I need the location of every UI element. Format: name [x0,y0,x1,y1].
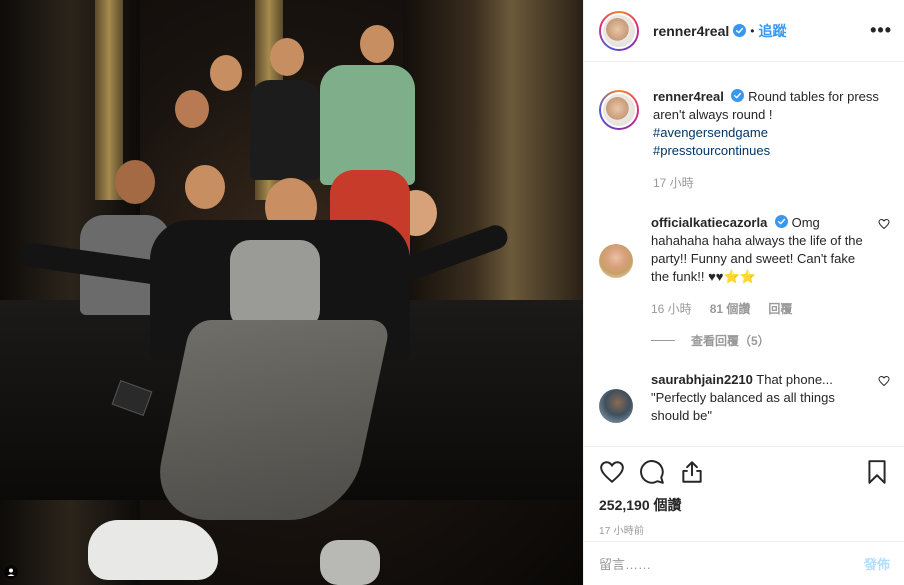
verified-badge-icon [733,24,747,37]
follow-button[interactable]: 追蹤 [758,21,786,41]
heart-icon[interactable] [878,218,890,230]
commenter-avatar[interactable] [599,389,633,423]
comment-item: saurabhjain2210 That phone... "Perfectly… [599,371,890,425]
photo-person [175,90,209,128]
add-comment-bar: 留言…… 發佈 [584,541,904,585]
commenter-avatar[interactable] [599,244,633,278]
replies-divider [651,340,675,341]
photo-main-person-shirt [230,240,320,330]
view-replies[interactable]: 查看回覆（5） [651,332,890,349]
photo-person [210,55,242,91]
post-photo[interactable] [0,0,583,585]
hashtag-link[interactable]: #avengersendgame [653,124,890,142]
caption: renner4real Round tables for press aren'… [599,88,890,192]
post-sidebar: renner4real • 追蹤 ••• renner4real Round t… [583,0,904,585]
comment-body: officialkatiecazorla Omg hahahaha haha a… [651,214,869,318]
post-timestamp[interactable]: 17 小時前 [599,522,890,537]
share-icon[interactable] [679,459,705,485]
comment-time[interactable]: 16 小時 [651,300,692,318]
comment-input[interactable]: 留言…… [599,554,651,573]
photo-person [115,160,155,204]
separator-dot: • [750,23,755,38]
verified-badge-icon [774,215,788,228]
post-actions: 252,190 個讚 17 小時前 [584,446,904,537]
caption-author-avatar[interactable] [599,90,639,130]
post-comment-button[interactable]: 發佈 [864,554,890,573]
user-tag-icon[interactable] [4,565,18,579]
comment-meta: 16 小時 81 個讚 回覆 [651,300,869,318]
photo-person-body [320,65,415,185]
heart-icon[interactable] [878,375,890,387]
action-icons [599,457,890,487]
comments-list[interactable]: renner4real Round tables for press aren'… [584,62,904,446]
post-header: renner4real • 追蹤 ••• [584,0,904,62]
photo-shoe [88,520,218,580]
commenter-username[interactable]: officialkatiecazorla [651,215,767,230]
comment-likes[interactable]: 81 個讚 [710,300,751,318]
photo-person-body [250,80,320,180]
author-username[interactable]: renner4real [653,23,729,39]
view-replies-label[interactable]: 查看回覆（5） [691,332,770,349]
likes-count[interactable]: 252,190 個讚 [599,495,890,515]
photo-person [270,38,304,76]
bookmark-icon[interactable] [864,459,890,485]
caption-time[interactable]: 17 小時 [653,174,694,192]
hashtag-link[interactable]: #presstourcontinues [653,142,890,160]
photo-person [360,25,394,63]
caption-username[interactable]: renner4real [653,89,724,104]
commenter-username[interactable]: saurabhjain2210 [651,372,753,387]
comment-body: saurabhjain2210 That phone... "Perfectly… [651,371,869,425]
author-avatar[interactable] [599,10,639,51]
photo-shoe [320,540,380,585]
photo-person [185,165,225,209]
caption-meta: 17 小時 [653,174,890,192]
caption-body: renner4real Round tables for press aren'… [653,88,890,192]
heart-icon[interactable] [599,459,625,485]
more-options-icon[interactable]: ••• [870,20,892,41]
reply-button[interactable]: 回覆 [768,300,792,318]
comment-icon[interactable] [639,459,665,485]
comment-item: officialkatiecazorla Omg hahahaha haha a… [599,214,890,318]
verified-badge-icon [731,89,745,102]
